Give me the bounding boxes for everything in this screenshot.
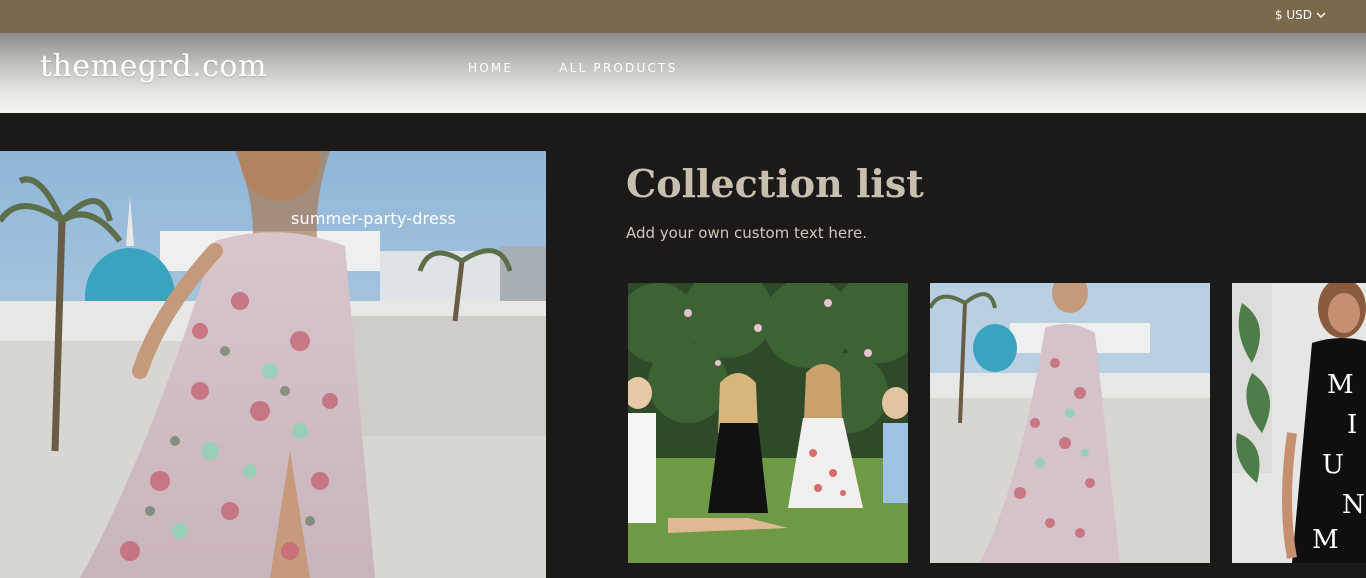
svg-text:U: U	[1322, 450, 1344, 480]
nav-home[interactable]: HOME	[468, 61, 513, 75]
main-content: summer-party-dress Collection list Add y…	[0, 113, 1366, 578]
collection-card-2[interactable]	[930, 283, 1210, 563]
svg-text:N: N	[1342, 490, 1365, 520]
main-nav: HOME ALL PRODUCTS	[468, 61, 677, 75]
hero-image[interactable]: summer-party-dress	[0, 151, 546, 578]
announcement-bar: $ USD	[0, 0, 1366, 33]
currency-selector[interactable]: $ USD	[1275, 8, 1326, 22]
collection-card-image	[628, 283, 908, 563]
svg-text:I: I	[1347, 410, 1357, 440]
svg-text:M: M	[1312, 525, 1339, 555]
svg-text:M: M	[1327, 370, 1354, 400]
collection-card-image	[930, 283, 1210, 563]
hero-caption: summer-party-dress	[291, 209, 457, 228]
collection-card-3[interactable]: MIU NM	[1232, 283, 1366, 563]
collection-subtitle: Add your own custom text here.	[626, 224, 867, 242]
currency-label: $ USD	[1274, 8, 1312, 22]
site-header: themegrd.com HOME ALL PRODUCTS	[0, 33, 1366, 113]
chevron-down-icon	[1316, 12, 1326, 18]
collection-card-1[interactable]	[628, 283, 908, 563]
nav-all-products[interactable]: ALL PRODUCTS	[559, 61, 677, 75]
site-logo[interactable]: themegrd.com	[40, 49, 267, 84]
collection-title: Collection list	[626, 161, 924, 206]
hero-photo	[0, 151, 546, 578]
collection-card-image: MIU NM	[1232, 283, 1366, 563]
